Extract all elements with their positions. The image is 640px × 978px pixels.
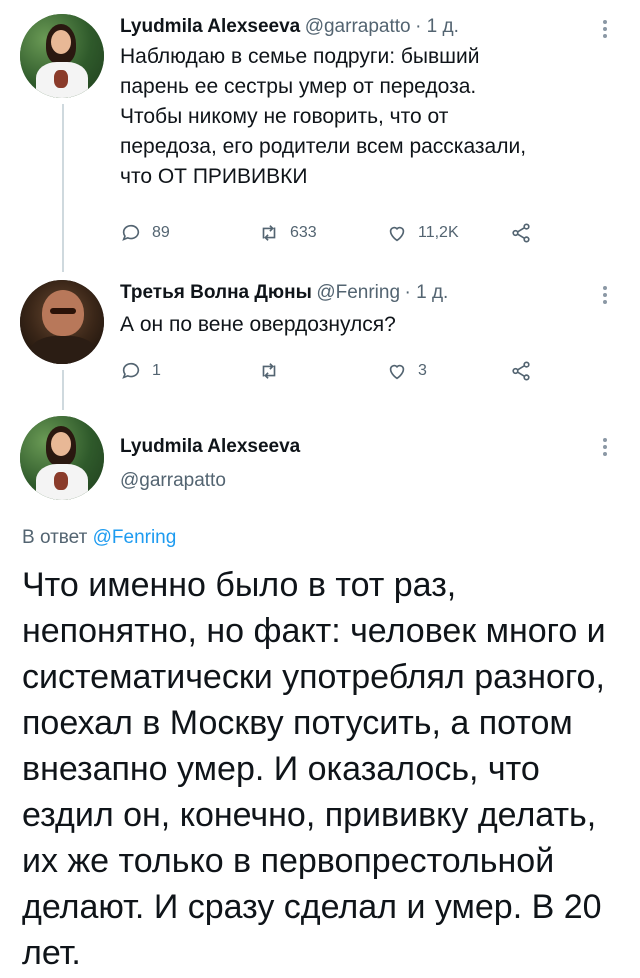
- reply-icon: [122, 362, 140, 379]
- more-icon[interactable]: [603, 286, 607, 304]
- reply-context: В ответ @Fenring: [22, 527, 176, 549]
- retweet-button[interactable]: [258, 360, 290, 382]
- reply-icon: [122, 224, 140, 241]
- reply-prefix: В ответ: [22, 527, 93, 548]
- more-icon[interactable]: [603, 438, 607, 456]
- share-button[interactable]: [510, 222, 532, 244]
- like-button[interactable]: 11,2K: [386, 222, 459, 244]
- thread-line: [62, 370, 64, 410]
- avatar[interactable]: [20, 416, 104, 500]
- like-count: 11,2K: [418, 224, 459, 241]
- share-button[interactable]: [510, 360, 532, 382]
- separator: ·: [404, 282, 417, 303]
- main-tweet-text: Что именно было в тот раз, непонятно, но…: [22, 566, 606, 972]
- like-button[interactable]: 3: [386, 360, 427, 382]
- like-count: 3: [418, 362, 427, 379]
- author-name[interactable]: Lyudmila Alexseeva: [120, 436, 300, 458]
- tweet-text: А он по вене овердознулся?: [120, 313, 396, 336]
- author-handle[interactable]: @Fenring: [316, 282, 400, 303]
- share-icon: [512, 361, 530, 381]
- avatar[interactable]: [20, 14, 104, 98]
- thread-line: [62, 104, 64, 272]
- share-icon: [512, 223, 530, 243]
- author-handle[interactable]: @garrapatto: [120, 470, 226, 492]
- tweet-header: Lyudmila Alexseeva @garrapatto · 1 д.: [120, 16, 459, 38]
- reply-to-handle[interactable]: @Fenring: [93, 527, 177, 548]
- tweet-header: Третья Волна Дюны @Fenring · 1 д.: [120, 282, 448, 304]
- reply-button[interactable]: 89: [120, 222, 170, 244]
- more-icon[interactable]: [603, 20, 607, 38]
- retweet-button[interactable]: 633: [258, 222, 317, 244]
- heart-icon: [389, 226, 405, 242]
- tweet-text: Наблюдаю в семье подруги: бывший парень …: [120, 45, 527, 188]
- retweet-icon: [262, 225, 276, 241]
- reply-count: 89: [152, 224, 170, 241]
- timestamp[interactable]: 1 д.: [416, 282, 448, 303]
- timestamp[interactable]: 1 д.: [427, 16, 459, 37]
- retweet-icon: [262, 363, 276, 379]
- reply-button[interactable]: 1: [120, 360, 161, 382]
- author-handle[interactable]: @garrapatto: [305, 16, 411, 37]
- retweet-count: 633: [290, 224, 317, 241]
- avatar[interactable]: [20, 280, 104, 364]
- reply-count: 1: [152, 362, 161, 379]
- heart-icon: [389, 364, 405, 380]
- author-name[interactable]: Третья Волна Дюны: [120, 282, 312, 303]
- author-name[interactable]: Lyudmila Alexseeva: [120, 16, 300, 37]
- separator: ·: [415, 16, 427, 37]
